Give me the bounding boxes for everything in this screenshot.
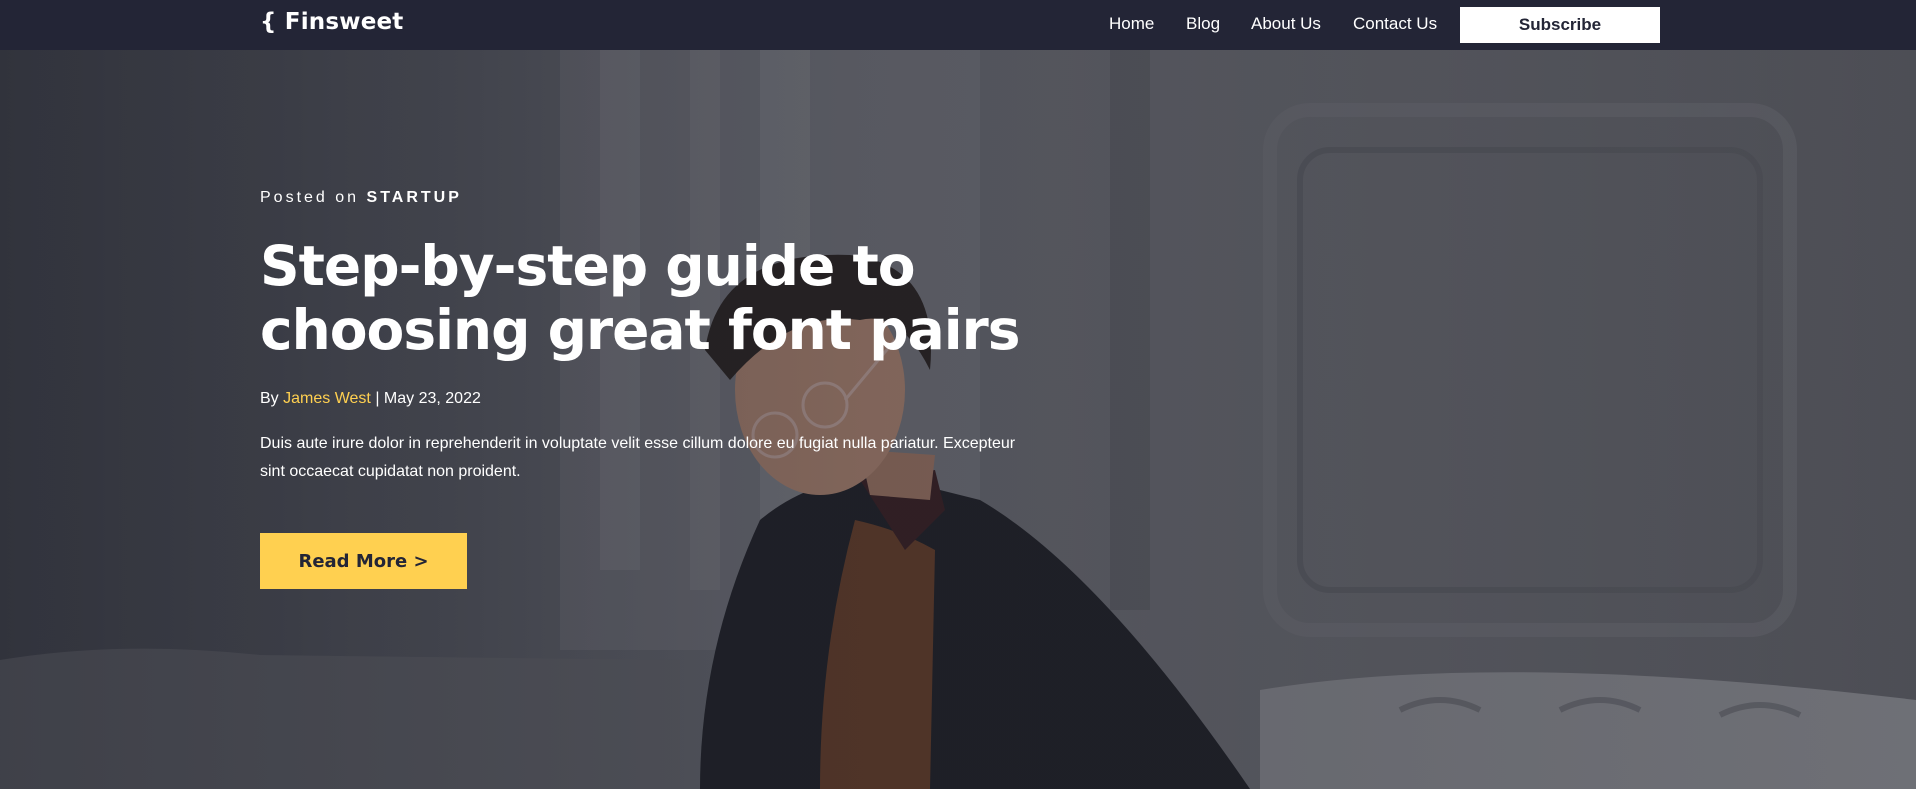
meta-separator: | [375,390,380,407]
top-navbar: { Finsweet Home Blog About Us Contact Us… [0,0,1916,50]
site-logo[interactable]: { Finsweet [260,9,403,35]
hero-section: Posted on STARTUP Step-by-step guide to … [0,50,1916,789]
posted-on-line: Posted on STARTUP [260,189,462,207]
post-date: May 23, 2022 [383,390,481,407]
post-excerpt: Duis aute irure dolor in reprehenderit i… [260,435,1016,480]
nav-link-blog[interactable]: Blog [1186,14,1220,34]
read-more-button[interactable]: Read More > [260,533,467,589]
author-link[interactable]: James West [283,390,371,407]
post-meta: By James West | May 23, 2022 [260,390,481,408]
nav-link-contact-us[interactable]: Contact Us [1353,14,1437,34]
nav-link-about-us[interactable]: About Us [1251,14,1321,34]
nav-link-home[interactable]: Home [1109,14,1154,34]
category-label[interactable]: STARTUP [367,189,462,206]
subscribe-button[interactable]: Subscribe [1460,7,1660,43]
by-label: By [260,390,279,407]
hero-dark-overlay [0,50,1916,789]
hero-headline: Step-by-step guide to choosing great fon… [260,234,1020,362]
posted-on-label: Posted on [260,189,360,206]
